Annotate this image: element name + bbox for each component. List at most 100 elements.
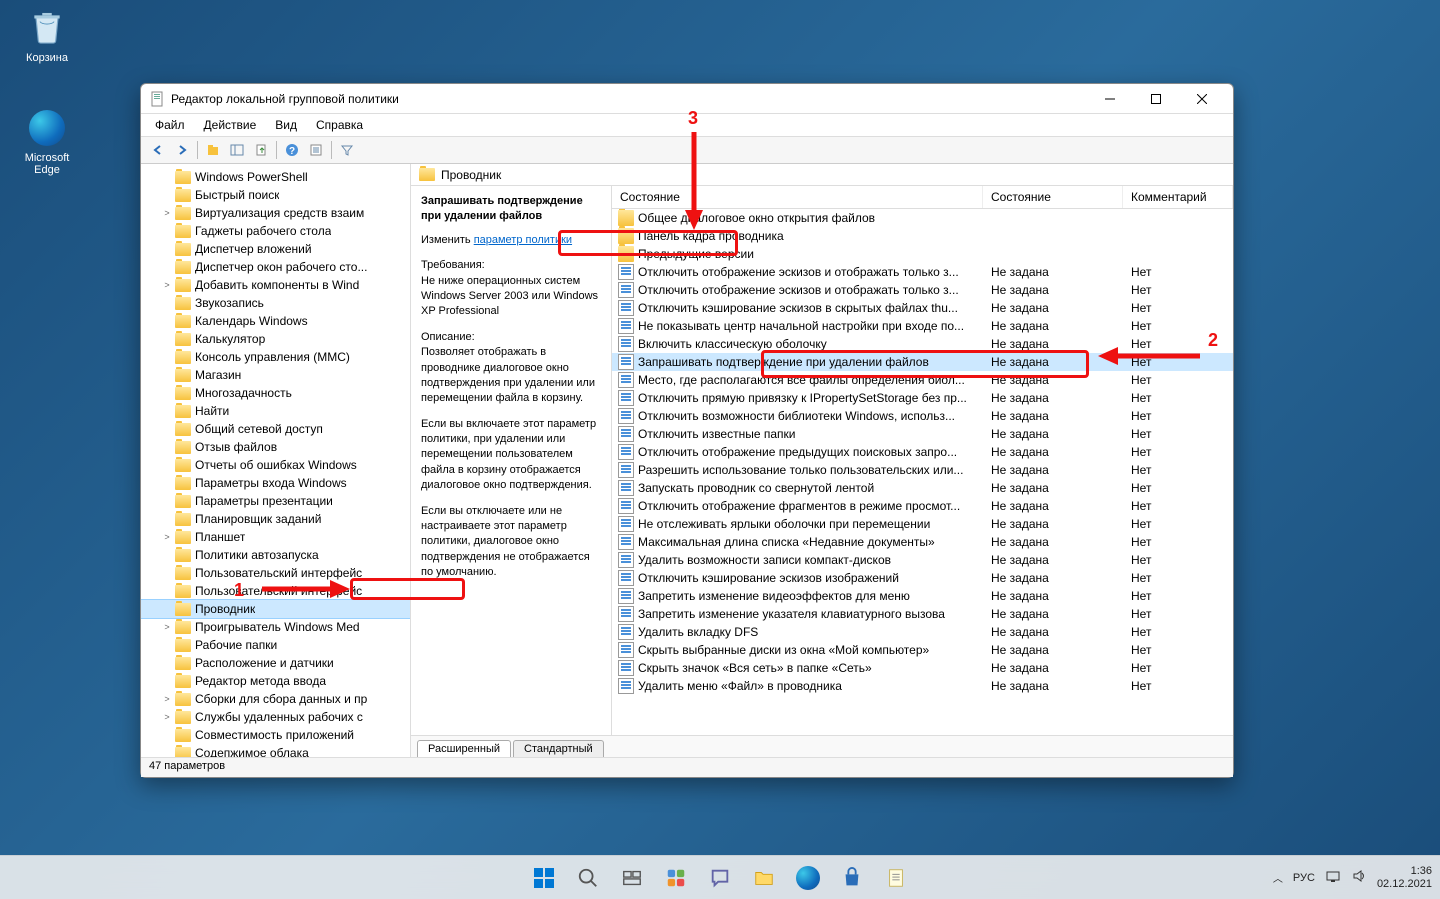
up-button[interactable] — [202, 139, 224, 161]
tree-item[interactable]: Параметры входа Windows — [141, 474, 410, 492]
settings-list[interactable]: Общее диалоговое окно открытия файловПан… — [612, 209, 1233, 735]
menu-action[interactable]: Действие — [196, 116, 265, 134]
tree-item[interactable]: >Виртуализация средств взаим — [141, 204, 410, 222]
tree-item[interactable]: Консоль управления (MMC) — [141, 348, 410, 366]
list-row[interactable]: Отключить прямую привязку к IPropertySet… — [612, 389, 1233, 407]
list-row[interactable]: Предыдущие версии — [612, 245, 1233, 263]
list-row[interactable]: Включить классическую оболочкуНе заданаН… — [612, 335, 1233, 353]
list-row[interactable]: Место, где располагаются все файлы опред… — [612, 371, 1233, 389]
notepad-button[interactable] — [876, 858, 916, 898]
tree-item[interactable]: Пользовательский интерфейс — [141, 582, 410, 600]
close-button[interactable] — [1179, 84, 1225, 114]
tree-item[interactable]: Быстрый поиск — [141, 186, 410, 204]
tree-item[interactable]: Windows PowerShell — [141, 168, 410, 186]
help-button[interactable]: ? — [281, 139, 303, 161]
tree-item[interactable]: >Проигрыватель Windows Med — [141, 618, 410, 636]
tree-item[interactable]: >Сборки для сбора данных и пр — [141, 690, 410, 708]
tree-item[interactable]: Пользовательский интерфейс — [141, 564, 410, 582]
tree-item[interactable]: Диспетчер окон рабочего сто... — [141, 258, 410, 276]
tree-item[interactable]: Магазин — [141, 366, 410, 384]
clock-time[interactable]: 1:36 — [1377, 865, 1432, 877]
explorer-button[interactable] — [744, 858, 784, 898]
list-row[interactable]: Отключить кэширование эскизов изображени… — [612, 569, 1233, 587]
tree-pane[interactable]: Windows PowerShellБыстрый поиск>Виртуали… — [141, 164, 411, 757]
col-name[interactable]: Состояние — [612, 186, 983, 208]
list-row[interactable]: Отключить отображение эскизов и отобража… — [612, 281, 1233, 299]
list-row[interactable]: Отключить возможности библиотеки Windows… — [612, 407, 1233, 425]
maximize-button[interactable] — [1133, 84, 1179, 114]
list-row[interactable]: Запрашивать подтверждение при удалении ф… — [612, 353, 1233, 371]
tree-item[interactable]: Содепжимое облака — [141, 744, 410, 757]
list-row[interactable]: Не показывать центр начальной настройки … — [612, 317, 1233, 335]
tree-item[interactable]: Калькулятор — [141, 330, 410, 348]
tree-item[interactable]: Звукозапись — [141, 294, 410, 312]
minimize-button[interactable] — [1087, 84, 1133, 114]
list-row[interactable]: Запускать проводник со свернутой лентойН… — [612, 479, 1233, 497]
edit-policy-link[interactable]: параметр политики — [474, 234, 572, 246]
forward-button[interactable] — [171, 139, 193, 161]
tree-item[interactable]: Отчеты об ошибках Windows — [141, 456, 410, 474]
tree-item[interactable]: >Службы удаленных рабочих с — [141, 708, 410, 726]
list-row[interactable]: Максимальная длина списка «Недавние доку… — [612, 533, 1233, 551]
tree-item[interactable]: Диспетчер вложений — [141, 240, 410, 258]
tree-item[interactable]: Политики автозапуска — [141, 546, 410, 564]
tree-item[interactable]: Многозадачность — [141, 384, 410, 402]
tree-item[interactable]: Планировщик заданий — [141, 510, 410, 528]
list-row[interactable]: Удалить возможности записи компакт-диско… — [612, 551, 1233, 569]
sound-icon[interactable] — [1351, 868, 1367, 887]
list-row[interactable]: Отключить известные папкиНе заданаНет — [612, 425, 1233, 443]
list-row[interactable]: Общее диалоговое окно открытия файлов — [612, 209, 1233, 227]
tree-item[interactable]: >Планшет — [141, 528, 410, 546]
recycle-bin[interactable]: Корзина — [12, 8, 82, 64]
titlebar[interactable]: Редактор локальной групповой политики — [141, 84, 1233, 114]
menu-file[interactable]: Файл — [147, 116, 193, 134]
store-button[interactable] — [832, 858, 872, 898]
list-row[interactable]: Запретить изменение указателя клавиатурн… — [612, 605, 1233, 623]
tree-item[interactable]: Рабочие папки — [141, 636, 410, 654]
taskview-button[interactable] — [612, 858, 652, 898]
list-row[interactable]: Удалить вкладку DFSНе заданаНет — [612, 623, 1233, 641]
list-row[interactable]: Запретить изменение видеоэффектов для ме… — [612, 587, 1233, 605]
clock-date[interactable]: 02.12.2021 — [1377, 878, 1432, 890]
export-button[interactable] — [250, 139, 272, 161]
properties-button[interactable] — [305, 139, 327, 161]
list-row[interactable]: Отключить кэширование эскизов в скрытых … — [612, 299, 1233, 317]
tab-extended[interactable]: Расширенный — [417, 740, 511, 757]
taskbar[interactable]: ︿ РУС 1:36 02.12.2021 — [0, 855, 1440, 899]
widgets-button[interactable] — [656, 858, 696, 898]
list-row[interactable]: Разрешить использование только пользоват… — [612, 461, 1233, 479]
col-comment[interactable]: Комментарий — [1123, 186, 1233, 208]
filter-button[interactable] — [336, 139, 358, 161]
tree-item[interactable]: Совместимость приложений — [141, 726, 410, 744]
tree-item[interactable]: Проводник — [141, 600, 410, 618]
show-hide-tree-button[interactable] — [226, 139, 248, 161]
tree-item[interactable]: Расположение и датчики — [141, 654, 410, 672]
menu-help[interactable]: Справка — [308, 116, 371, 134]
col-state[interactable]: Состояние — [983, 186, 1123, 208]
edge-button[interactable] — [788, 858, 828, 898]
lang-indicator[interactable]: РУС — [1293, 872, 1315, 884]
menu-view[interactable]: Вид — [267, 116, 305, 134]
list-row[interactable]: Отключить отображение эскизов и отобража… — [612, 263, 1233, 281]
list-row[interactable]: Отключить отображение предыдущих поисков… — [612, 443, 1233, 461]
tab-standard[interactable]: Стандартный — [513, 740, 604, 757]
list-header[interactable]: Состояние Состояние Комментарий — [612, 186, 1233, 209]
tree-item[interactable]: Гаджеты рабочего стола — [141, 222, 410, 240]
tree-item[interactable]: Календарь Windows — [141, 312, 410, 330]
list-row[interactable]: Скрыть выбранные диски из окна «Мой комп… — [612, 641, 1233, 659]
start-button[interactable] — [524, 858, 564, 898]
list-row[interactable]: Панель кадра проводника — [612, 227, 1233, 245]
tree-item[interactable]: Параметры презентации — [141, 492, 410, 510]
tree-item[interactable]: Общий сетевой доступ — [141, 420, 410, 438]
list-row[interactable]: Удалить меню «Файл» в проводникаНе задан… — [612, 677, 1233, 695]
chat-button[interactable] — [700, 858, 740, 898]
tree-item[interactable]: Найти — [141, 402, 410, 420]
list-row[interactable]: Отключить отображение фрагментов в режим… — [612, 497, 1233, 515]
list-row[interactable]: Не отслеживать ярлыки оболочки при перем… — [612, 515, 1233, 533]
search-button[interactable] — [568, 858, 608, 898]
list-row[interactable]: Скрыть значок «Вся сеть» в папке «Сеть»Н… — [612, 659, 1233, 677]
tree-item[interactable]: Отзыв файлов — [141, 438, 410, 456]
back-button[interactable] — [147, 139, 169, 161]
network-icon[interactable] — [1325, 868, 1341, 887]
tree-item[interactable]: Редактор метода ввода — [141, 672, 410, 690]
